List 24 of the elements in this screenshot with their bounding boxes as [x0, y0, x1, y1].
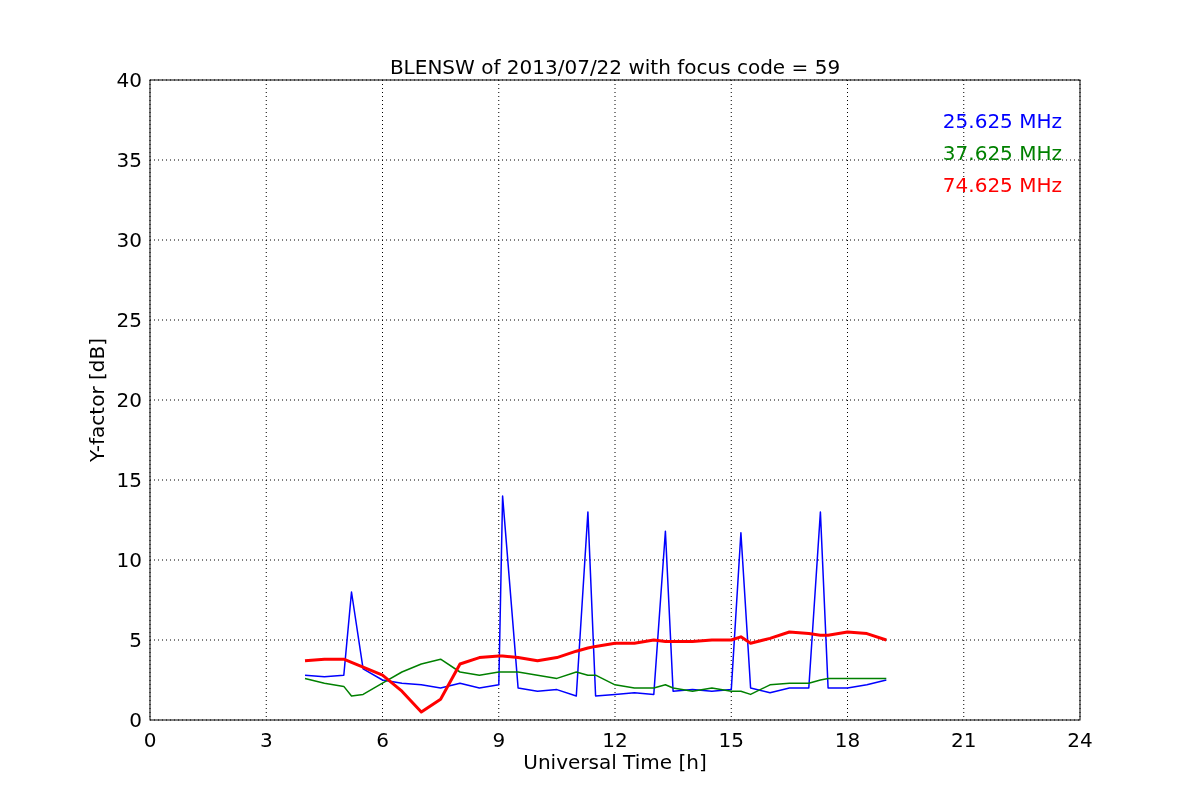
y-axis-label: Y-factor [dB] — [85, 338, 109, 462]
tick-label: 12 — [602, 728, 628, 752]
tick-label: 15 — [718, 728, 744, 752]
tick-label: 40 — [116, 68, 142, 92]
tick-label: 6 — [376, 728, 389, 752]
tick-label: 21 — [951, 728, 977, 752]
tick-label: 10 — [116, 548, 142, 572]
tick-label: 0 — [129, 708, 142, 732]
legend-label: 37.625 MHz — [942, 141, 1062, 165]
tick-label: 15 — [116, 468, 142, 492]
tick-label: 3 — [259, 728, 273, 752]
chart-title: BLENSW of 2013/07/22 with focus code = 59 — [389, 55, 841, 79]
tick-label: 20 — [116, 388, 142, 412]
tick-label: 35 — [116, 148, 142, 172]
tick-label: 9 — [492, 728, 506, 752]
tick-label: 18 — [834, 728, 861, 752]
tick-label: 25 — [116, 308, 142, 332]
tick-label: 30 — [116, 228, 142, 252]
x-axis-label: Universal Time [h] — [523, 750, 707, 774]
tick-label: 5 — [129, 628, 142, 652]
tick-label: 24 — [1067, 728, 1093, 752]
tick-label: 0 — [143, 728, 157, 752]
legend-label: 25.625 MHz — [942, 109, 1062, 133]
legend-label: 74.625 MHz — [942, 173, 1062, 197]
